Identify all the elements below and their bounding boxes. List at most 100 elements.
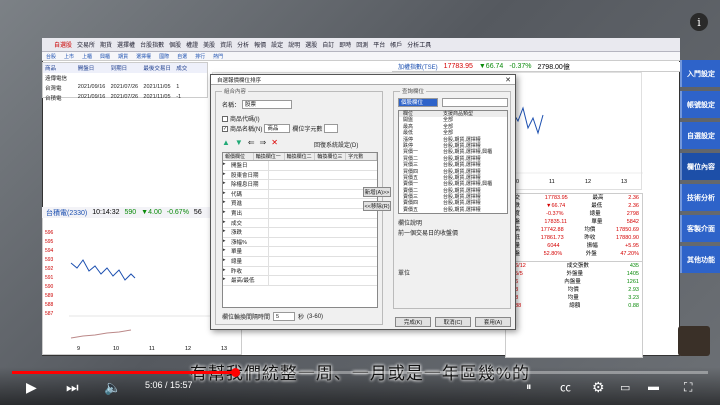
sidebar-button[interactable]: 帳號設定 <box>680 91 720 118</box>
toolbar-item[interactable]: 報價 <box>254 40 266 49</box>
toolbar-item[interactable]: 美股 <box>203 40 215 49</box>
subtoolbar-item[interactable]: 上市 <box>64 53 74 60</box>
close-icon[interactable]: ✕ <box>505 76 511 84</box>
combo-grid-row[interactable]: ▸ 除權息日期 <box>223 180 377 190</box>
watchlist-row[interactable]: 台積電 2021/09/16 2021/07/26 2021/11/05 -1 <box>43 93 207 103</box>
info-icon[interactable]: i <box>690 13 708 31</box>
toolbar-item[interactable]: 分析工具 <box>407 40 431 49</box>
freeze-input[interactable] <box>324 124 339 133</box>
toolbar-item[interactable]: 選股 <box>305 40 317 49</box>
watchlist-row[interactable]: 台灣電 2021/09/16 2021/07/26 2021/11/05 1 <box>43 83 207 93</box>
combo-grid-row[interactable]: ▸ 代碼 <box>223 189 377 200</box>
toolbar-item[interactable]: 期貨 <box>100 40 112 49</box>
combo-grid-row[interactable]: ▸ 漲幅% <box>223 237 377 248</box>
subtoolbar-item[interactable]: 台股 <box>46 53 56 60</box>
toolbar-item[interactable]: 回測 <box>356 40 368 49</box>
combo-grid-row[interactable]: ▸ 股東會日期 <box>223 170 377 181</box>
combo-grid-cell: 買進 <box>231 199 269 208</box>
toolbar-item[interactable]: 設定 <box>271 40 283 49</box>
toolbar-item[interactable]: 平台 <box>373 40 385 49</box>
autoplay-toggle[interactable]: ⏸ <box>526 378 532 396</box>
subtoolbar-item[interactable]: 熱門 <box>213 53 223 60</box>
row-arrow-icon: ▸ <box>223 218 226 225</box>
quote-row: 最低17861.73昨收17880.90 <box>506 234 642 242</box>
subtoolbar-item[interactable]: 國際 <box>159 53 169 60</box>
subtoolbar-item[interactable]: 上櫃 <box>82 53 92 60</box>
move-right-icon[interactable]: ⇒ <box>260 138 267 147</box>
sidebar-button[interactable]: 其他功能 <box>680 246 720 273</box>
toolbar-item[interactable]: 選擇權 <box>117 40 135 49</box>
play-icon[interactable]: ▶ <box>26 378 37 396</box>
checkbox-name[interactable]: ✓ <box>222 125 228 132</box>
toolbar-item[interactable]: 即時 <box>339 40 351 49</box>
reset-link[interactable]: 回復系統設定(D) <box>314 140 358 149</box>
combo-grid-cell: 開盤日 <box>231 161 269 170</box>
quote-cell: 外盤 <box>585 251 597 257</box>
combo-grid-row[interactable]: ▸ 開盤日 <box>223 161 377 171</box>
quote-lower-cell: 外盤量 <box>566 271 584 277</box>
name-input[interactable]: 股票 <box>242 100 293 109</box>
miniplayer-icon[interactable]: ▭ <box>620 378 630 396</box>
apply-button[interactable]: 套用(A) <box>475 317 511 327</box>
toolbar-item[interactable]: 交易所 <box>77 40 95 49</box>
combo-grid-row[interactable]: ▸ 漲跌 <box>223 228 377 238</box>
index-change: ▼66.74 <box>478 63 504 70</box>
combo-grid-cell: 漲跌 <box>231 228 269 237</box>
fullscreen-icon[interactable]: ⛶ <box>684 378 692 396</box>
subtoolbar-item[interactable]: 興櫃 <box>100 53 110 60</box>
captions-icon[interactable]: ㏄ <box>560 378 571 396</box>
toolbar-item[interactable]: 權證 <box>186 40 198 49</box>
delete-icon[interactable]: ✕ <box>271 138 278 147</box>
subtoolbar-item[interactable]: 期貨 <box>118 53 128 60</box>
sidebar-button[interactable]: 技術分析 <box>680 184 720 211</box>
cancel-button[interactable]: 取消(C) <box>435 317 471 327</box>
toolbar-menu-left[interactable]: 自選股 <box>54 40 72 49</box>
theater-icon[interactable]: ▬ <box>648 378 659 396</box>
move-down-icon[interactable]: ▼ <box>235 138 243 147</box>
move-left-icon[interactable]: ⇐ <box>248 138 255 147</box>
combo-grid-row[interactable]: ▸ 總量 <box>223 256 377 267</box>
query-search-input[interactable] <box>442 98 508 107</box>
subtoolbar-item[interactable]: 選擇權 <box>136 53 151 60</box>
move-up-icon[interactable]: ▲ <box>222 138 230 147</box>
sidebar-button[interactable]: 自選設定 <box>680 122 720 149</box>
toolbar-item[interactable]: 自訂 <box>322 40 334 49</box>
sidebar-button[interactable]: 入門設定 <box>680 60 720 87</box>
progress-scrubber[interactable] <box>230 368 240 377</box>
quote-cell: -0.37% <box>546 211 564 217</box>
sidebar-button[interactable]: 客製介面 <box>680 215 720 242</box>
settings-icon[interactable]: ⚙ <box>592 378 605 396</box>
ok-button[interactable]: 完成(K) <box>395 317 431 327</box>
toolbar-item[interactable]: 說明 <box>288 40 300 49</box>
toolbar-item[interactable]: 資訊 <box>220 40 232 49</box>
query-select[interactable]: 個股欄位 <box>398 98 438 107</box>
toolbar-item[interactable]: 帳戶 <box>390 40 402 49</box>
watchlist-cell: 1 <box>176 84 180 90</box>
next-icon[interactable]: ⏭ <box>66 378 79 396</box>
field-list-row[interactable]: 賣價五 台股,期貨,選擇權 <box>399 207 507 213</box>
add-button[interactable]: 新增(A)>> <box>363 187 391 197</box>
checkbox-code[interactable] <box>222 115 228 122</box>
interval-input[interactable]: 5 <box>273 312 296 321</box>
toolbar-item[interactable]: 個股 <box>169 40 181 49</box>
sidebar-button[interactable]: 欄位內容 <box>680 153 720 180</box>
quote-lower-cell: 3.23 <box>628 295 639 301</box>
combo-grid-row[interactable]: ▸ 成交 <box>223 218 377 229</box>
volume-icon[interactable]: 🔈 <box>104 378 121 396</box>
toolbar-item[interactable]: 台股指數 <box>140 40 164 49</box>
combo-grid-row[interactable]: ▸ 單量 <box>223 247 377 257</box>
toolbar-item[interactable]: 分析 <box>237 40 249 49</box>
subtoolbar-item[interactable]: 自選 <box>177 53 187 60</box>
remove-button[interactable]: <<移除(R) <box>363 201 391 211</box>
subtoolbar-item[interactable]: 排行 <box>195 53 205 60</box>
combo-grid-row[interactable]: ▸ 最高/最低 <box>223 276 377 286</box>
combo-grid-row[interactable]: ▸ 昨收 <box>223 266 377 277</box>
dialog-titlebar[interactable]: 自選報價欄位排序 ✕ <box>211 75 515 85</box>
name-field-select[interactable]: 商品 <box>264 124 291 133</box>
y-tick-label: 589 <box>45 293 54 299</box>
combo-grid-row[interactable]: ▸ 賣出 <box>223 208 377 219</box>
combo-grid-row[interactable]: ▸ 買進 <box>223 199 377 209</box>
row-arrow-icon: ▸ <box>223 199 226 206</box>
watchlist-row[interactable]: 遠傳電信 <box>43 73 207 83</box>
quote-cell: 均價 <box>584 227 596 233</box>
